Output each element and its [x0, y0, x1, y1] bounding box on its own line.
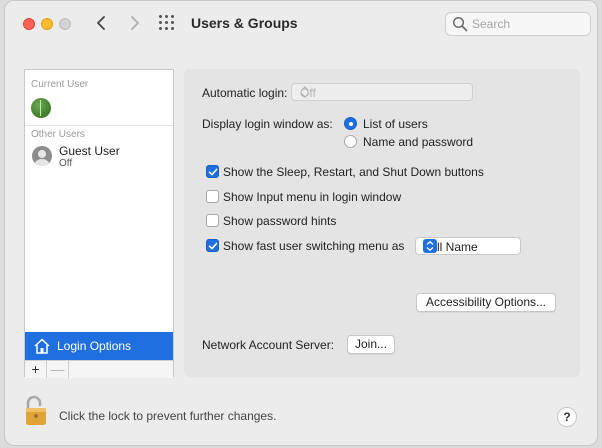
automatic-login-label: Automatic login:: [202, 86, 288, 100]
checkbox-input-menu[interactable]: [206, 190, 219, 203]
search-icon: [452, 16, 468, 32]
grid-icon[interactable]: [159, 15, 175, 31]
title-bar: Users & Groups: [5, 1, 597, 47]
password-hints-label: Show password hints: [223, 214, 337, 228]
fast-switching-label: Show fast user switching menu as: [223, 239, 405, 253]
back-chevron-icon[interactable]: [91, 12, 113, 34]
accessibility-options-button[interactable]: Accessibility Options...: [416, 293, 556, 312]
login-options-label: Login Options: [57, 339, 132, 353]
lock-icon[interactable]: [23, 395, 49, 427]
join-button[interactable]: Join...: [347, 335, 395, 354]
sidebar-item-login-options[interactable]: Login Options: [25, 332, 173, 360]
guest-user-name: Guest User: [59, 144, 120, 158]
search-input[interactable]: [472, 16, 584, 32]
users-groups-window: Users & Groups Current User Other Users …: [4, 0, 598, 446]
checkbox-password-hints[interactable]: [206, 214, 219, 227]
lock-status-text: Click the lock to prevent further change…: [59, 409, 277, 423]
radio-name-and-password-label: Name and password: [363, 135, 474, 149]
help-button[interactable]: ?: [557, 407, 577, 427]
forward-chevron-icon[interactable]: [123, 12, 145, 34]
automatic-login-popup[interactable]: Off: [291, 83, 473, 101]
window-title: Users & Groups: [191, 15, 298, 31]
close-window-button[interactable]: [23, 18, 35, 30]
sidebar-toolbar: + —: [25, 360, 173, 378]
guest-user-status: Off: [59, 158, 73, 169]
minimize-window-button[interactable]: [41, 18, 53, 30]
zoom-window-button[interactable]: [59, 18, 71, 30]
network-server-label: Network Account Server:: [202, 338, 335, 352]
users-sidebar: Current User Other Users Guest User Off …: [24, 69, 174, 378]
login-options-panel: Automatic login: Off Display login windo…: [184, 69, 580, 377]
fast-switching-select[interactable]: Full Name: [415, 237, 521, 255]
sidebar-item-guest-user[interactable]: Guest User Off: [25, 144, 173, 172]
home-icon: [33, 337, 51, 355]
radio-list-of-users-label: List of users: [363, 117, 428, 131]
radio-name-and-password[interactable]: [344, 135, 357, 148]
remove-user-button[interactable]: —: [47, 361, 69, 378]
sleep-restart-label: Show the Sleep, Restart, and Shut Down b…: [223, 165, 484, 179]
display-login-label: Display login window as:: [202, 117, 333, 131]
radio-list-of-users[interactable]: [344, 117, 357, 130]
checkbox-sleep-restart[interactable]: [206, 165, 219, 178]
search-field[interactable]: [445, 12, 591, 36]
other-users-header: Other Users: [31, 129, 85, 140]
current-user-avatar[interactable]: [31, 98, 51, 118]
updown-chevron-icon: [300, 85, 310, 99]
updown-chevron-icon: [423, 239, 437, 253]
input-menu-label: Show Input menu in login window: [223, 190, 402, 204]
add-user-button[interactable]: +: [25, 361, 47, 378]
current-user-header: Current User: [31, 79, 89, 90]
guest-avatar: [32, 146, 52, 166]
checkbox-fast-switching[interactable]: [206, 239, 219, 252]
sidebar-divider: [25, 125, 173, 126]
